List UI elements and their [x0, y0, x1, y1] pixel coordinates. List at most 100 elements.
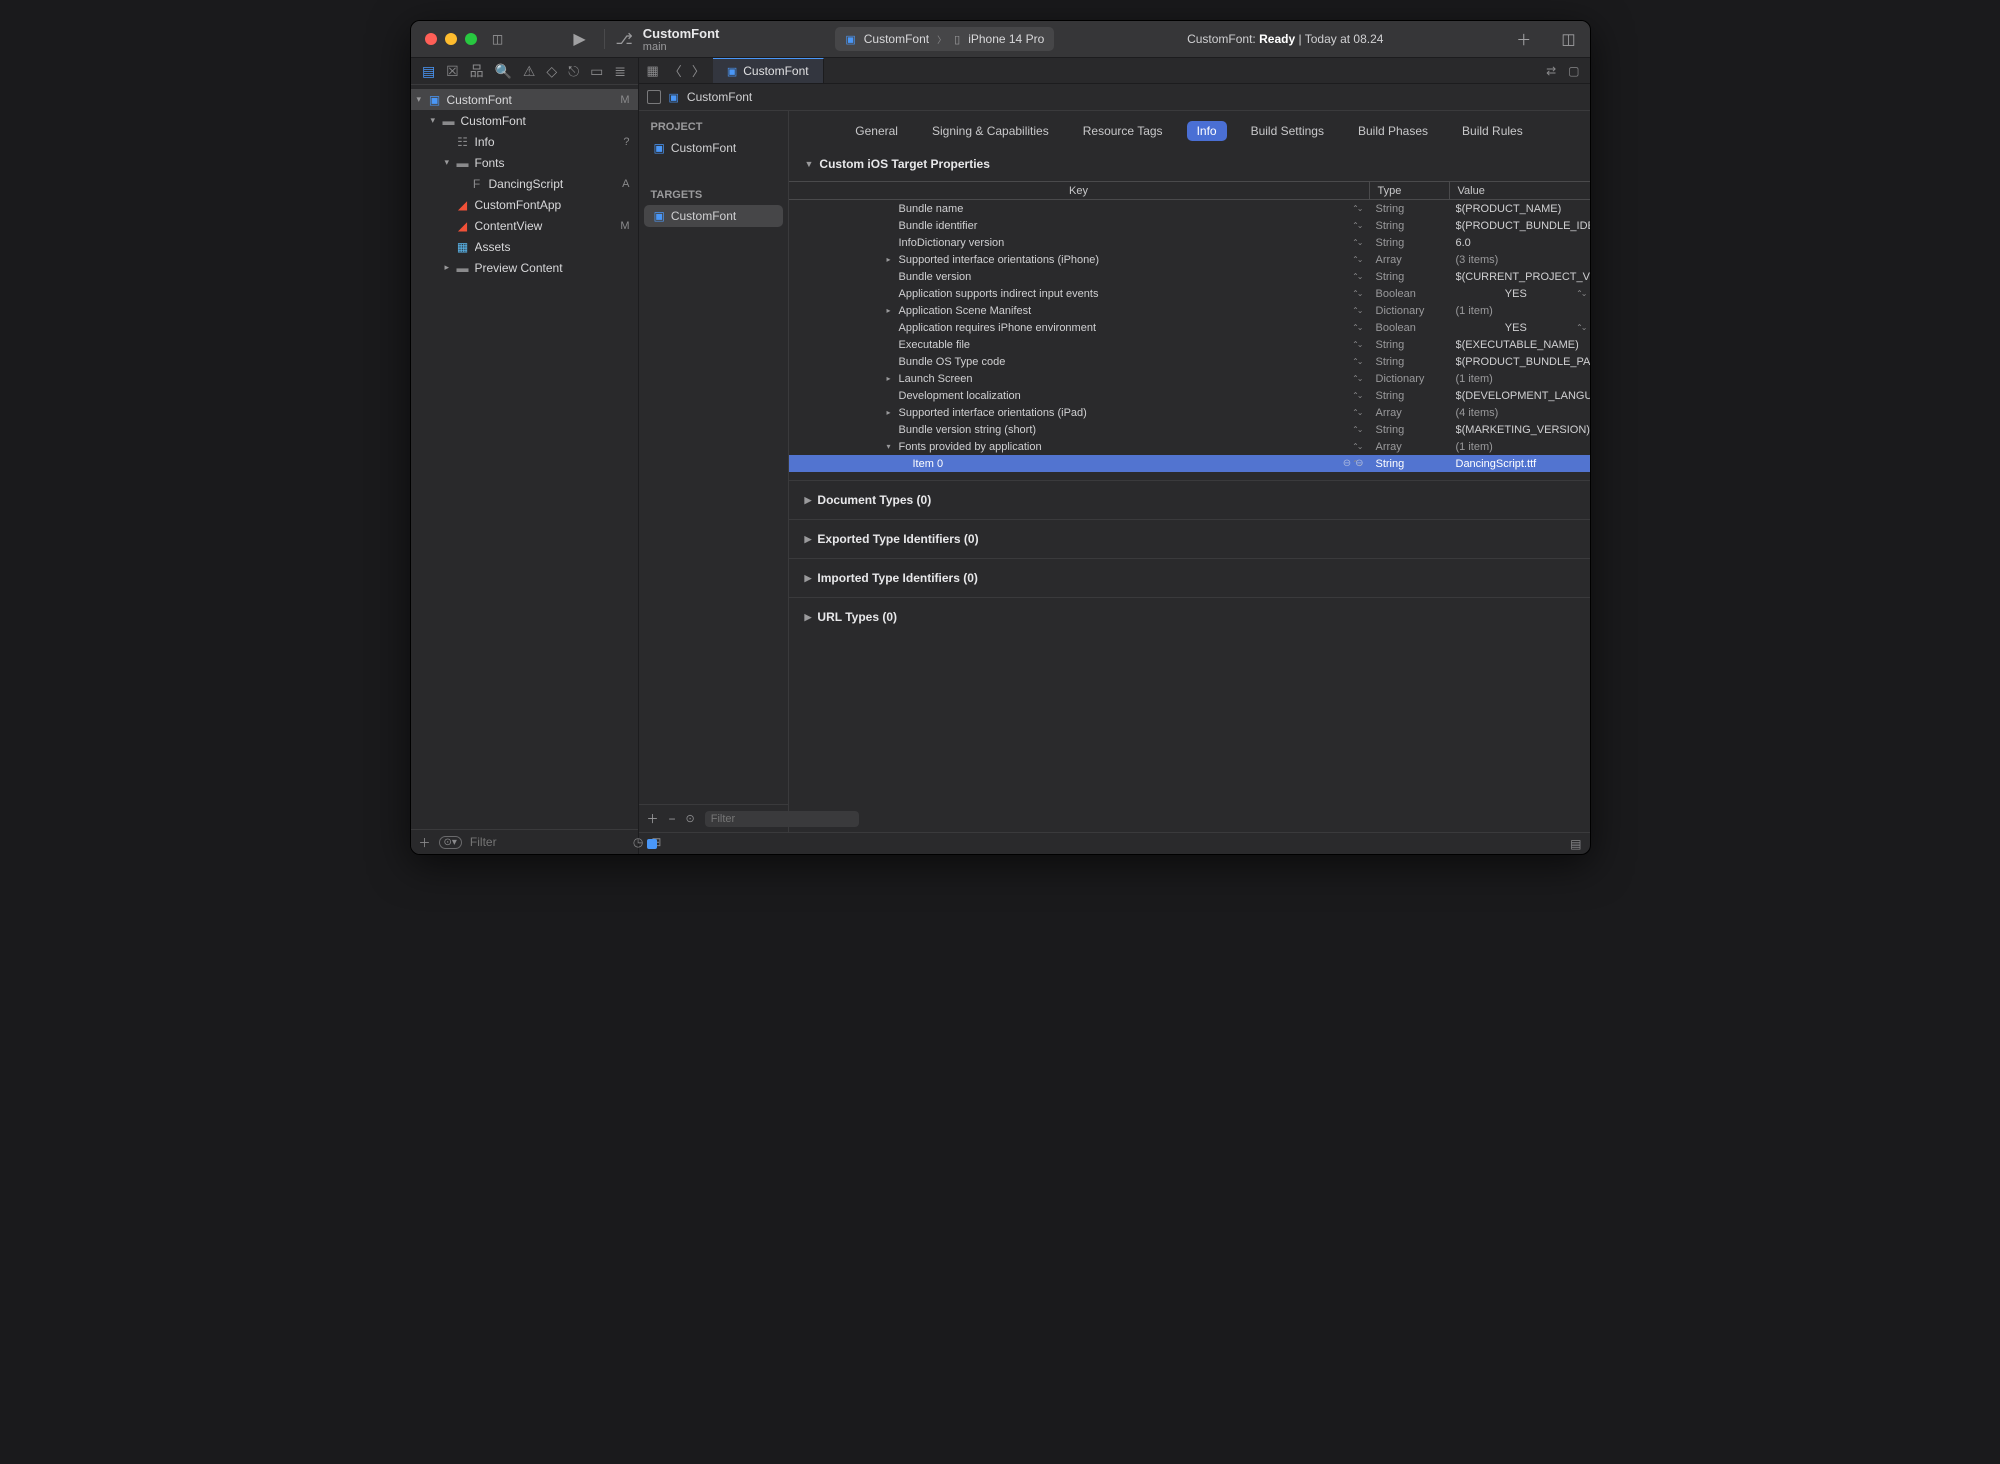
col-value[interactable]: Value: [1450, 182, 1590, 199]
adjust-editor-icon[interactable]: ▢: [1568, 64, 1579, 78]
stepper-icon[interactable]: ⌃⌄: [1352, 221, 1361, 230]
zoom-window[interactable]: [465, 33, 477, 45]
type-cell[interactable]: String: [1370, 356, 1450, 368]
key-cell[interactable]: Bundle version string (short)⌃⌄: [789, 424, 1370, 436]
key-cell[interactable]: Development localization⌃⌄: [789, 390, 1370, 402]
key-cell[interactable]: ▸Application Scene Manifest⌃⌄: [789, 305, 1370, 317]
nav-debug-icon[interactable]: ⎋: [568, 63, 579, 80]
nav-symbol-icon[interactable]: 品: [470, 61, 484, 81]
key-cell[interactable]: Bundle name⌃⌄: [789, 203, 1370, 215]
toggle-debug-area-icon[interactable]: ▤: [1570, 837, 1581, 851]
type-cell[interactable]: String: [1370, 424, 1450, 436]
type-cell[interactable]: Boolean: [1370, 288, 1450, 300]
tree-item[interactable]: ▾▣CustomFontM: [411, 89, 638, 110]
stepper-icon[interactable]: ⌃⌄: [1352, 289, 1361, 298]
key-cell[interactable]: Application requires iPhone environment⌃…: [789, 322, 1370, 334]
remove-target-icon[interactable]: −: [669, 812, 676, 826]
close-window[interactable]: [425, 33, 437, 45]
settings-tab[interactable]: Build Phases: [1348, 121, 1438, 141]
type-cell[interactable]: Dictionary: [1370, 305, 1450, 317]
scheme-selector[interactable]: ▣ CustomFont 〉 ▯ iPhone 14 Pro: [835, 27, 1054, 51]
value-cell[interactable]: (1 item): [1450, 305, 1590, 317]
plist-row[interactable]: Application requires iPhone environment⌃…: [789, 319, 1590, 336]
minimize-window[interactable]: [445, 33, 457, 45]
project-item[interactable]: ▣ CustomFont: [644, 137, 783, 159]
section-exported-types[interactable]: ▶Exported Type Identifiers (0): [789, 528, 1590, 550]
settings-tab[interactable]: Build Settings: [1241, 121, 1334, 141]
plist-row[interactable]: Application supports indirect input even…: [789, 285, 1590, 302]
value-cell[interactable]: $(PRODUCT_NAME): [1450, 203, 1590, 215]
plist-row[interactable]: Item 0⊖⊖⌃⌄StringDancingScript.ttf: [789, 455, 1590, 472]
value-cell[interactable]: (4 items): [1450, 407, 1590, 419]
nav-back-icon[interactable]: 〈: [669, 61, 682, 80]
nav-forward-icon[interactable]: 〉: [692, 61, 705, 80]
value-cell[interactable]: (1 item): [1450, 373, 1590, 385]
settings-tab[interactable]: Signing & Capabilities: [922, 121, 1059, 141]
plist-row[interactable]: Bundle name⌃⌄String$(PRODUCT_NAME): [789, 200, 1590, 217]
add-target-icon[interactable]: ＋: [647, 810, 659, 827]
section-imported-types[interactable]: ▶Imported Type Identifiers (0): [789, 567, 1590, 589]
value-cell[interactable]: YES⌃⌄: [1450, 322, 1590, 334]
type-cell[interactable]: Dictionary: [1370, 373, 1450, 385]
filter-scope-icon[interactable]: ⊙▾: [439, 836, 462, 849]
add-row-icon[interactable]: ⊖: [1355, 458, 1363, 469]
stepper-icon[interactable]: ⌃⌄: [1352, 374, 1361, 383]
type-cell[interactable]: Boolean: [1370, 322, 1450, 334]
tree-item[interactable]: ☷Info?: [411, 131, 638, 152]
value-cell[interactable]: DancingScript.ttf: [1450, 458, 1590, 470]
toggle-inspector-icon[interactable]: ◫: [1561, 30, 1575, 48]
stepper-icon[interactable]: ⌃⌄: [1352, 323, 1361, 332]
related-items-icon[interactable]: ▦: [647, 63, 659, 79]
nav-source-control-icon[interactable]: ☒: [446, 63, 459, 80]
plist-row[interactable]: Bundle version string (short)⌃⌄String$(M…: [789, 421, 1590, 438]
key-cell[interactable]: Item 0⊖⊖⌃⌄: [789, 458, 1370, 470]
scheme-branch[interactable]: CustomFont main: [643, 26, 720, 53]
key-cell[interactable]: ▸Launch Screen⌃⌄: [789, 373, 1370, 385]
type-cell[interactable]: String: [1370, 220, 1450, 232]
key-cell[interactable]: InfoDictionary version⌃⌄: [789, 237, 1370, 249]
plist-row[interactable]: ▸Supported interface orientations (iPad)…: [789, 404, 1590, 421]
settings-tab[interactable]: Info: [1187, 121, 1227, 141]
library-button[interactable]: ＋: [1516, 29, 1531, 50]
type-cell[interactable]: String: [1370, 339, 1450, 351]
plist-row[interactable]: Bundle version⌃⌄String$(CURRENT_PROJECT_…: [789, 268, 1590, 285]
plist-row[interactable]: InfoDictionary version⌃⌄String6.0: [789, 234, 1590, 251]
stepper-icon[interactable]: ⌃⌄: [1352, 204, 1361, 213]
value-cell[interactable]: $(EXECUTABLE_NAME): [1450, 339, 1590, 351]
type-cell[interactable]: String: [1370, 237, 1450, 249]
plist-row[interactable]: ▸Supported interface orientations (iPhon…: [789, 251, 1590, 268]
key-cell[interactable]: ▾Fonts provided by application⌃⌄: [789, 441, 1370, 453]
plist-row[interactable]: ▸Application Scene Manifest⌃⌄Dictionary(…: [789, 302, 1590, 319]
type-cell[interactable]: Array: [1370, 407, 1450, 419]
key-cell[interactable]: ▸Supported interface orientations (iPhon…: [789, 254, 1370, 266]
stepper-icon[interactable]: ⌃⌄: [1352, 340, 1361, 349]
plist-row[interactable]: Executable file⌃⌄String$(EXECUTABLE_NAME…: [789, 336, 1590, 353]
stepper-icon[interactable]: ⌃⌄: [1352, 357, 1361, 366]
toggle-navigator-icon[interactable]: ◫: [485, 28, 511, 50]
plist-row[interactable]: Development localization⌃⌄String$(DEVELO…: [789, 387, 1590, 404]
plist-row[interactable]: Bundle identifier⌃⌄String$(PRODUCT_BUNDL…: [789, 217, 1590, 234]
value-cell[interactable]: $(PRODUCT_BUNDLE_IDE: [1450, 220, 1590, 232]
settings-tab[interactable]: Build Rules: [1452, 121, 1533, 141]
value-cell[interactable]: $(PRODUCT_BUNDLE_PA: [1450, 356, 1590, 368]
value-cell[interactable]: (3 items): [1450, 254, 1590, 266]
value-cell[interactable]: $(CURRENT_PROJECT_VE: [1450, 271, 1590, 283]
target-item[interactable]: ▣ CustomFont: [644, 205, 783, 227]
key-cell[interactable]: Bundle identifier⌃⌄: [789, 220, 1370, 232]
nav-issue-icon[interactable]: ⚠: [523, 63, 536, 80]
nav-project-icon[interactable]: ▤: [422, 63, 435, 80]
stepper-icon[interactable]: ⌃⌄: [1352, 255, 1361, 264]
tree-item[interactable]: ▾▬Fonts: [411, 152, 638, 173]
plist-row[interactable]: ▾Fonts provided by application⌃⌄Array(1 …: [789, 438, 1590, 455]
section-header[interactable]: ▼ Custom iOS Target Properties: [789, 153, 1590, 175]
settings-tab[interactable]: General: [845, 121, 908, 141]
plist-row[interactable]: ▸Launch Screen⌃⌄Dictionary(1 item): [789, 370, 1590, 387]
debug-indicator-icon[interactable]: [647, 839, 657, 849]
nav-test-icon[interactable]: ◇: [546, 63, 557, 80]
stepper-icon[interactable]: ⌃⌄: [1352, 408, 1361, 417]
value-cell[interactable]: $(MARKETING_VERSION): [1450, 424, 1590, 436]
tree-item[interactable]: ▦Assets: [411, 236, 638, 257]
key-cell[interactable]: Application supports indirect input even…: [789, 288, 1370, 300]
navigator-filter-input[interactable]: [470, 835, 625, 849]
plist-row[interactable]: Bundle OS Type code⌃⌄String$(PRODUCT_BUN…: [789, 353, 1590, 370]
